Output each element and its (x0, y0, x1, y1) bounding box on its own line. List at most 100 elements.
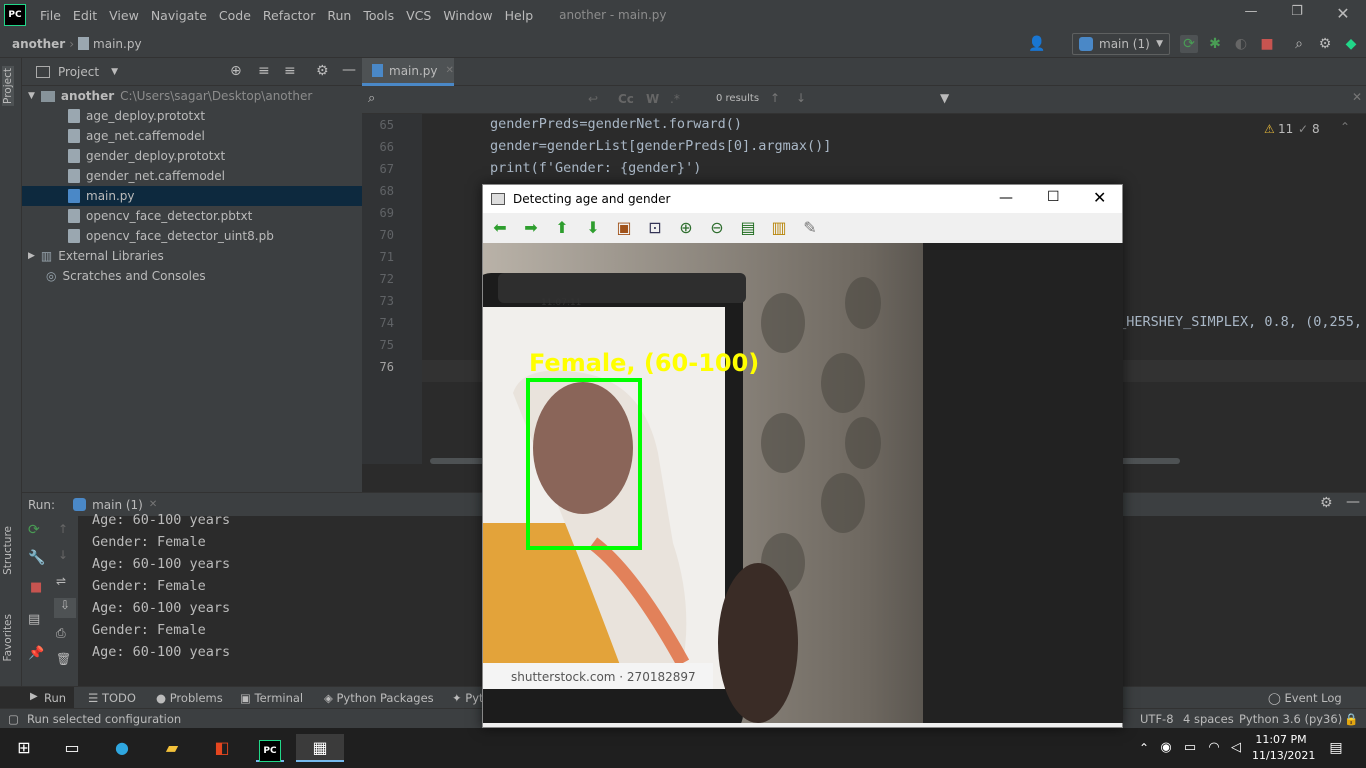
pin-icon[interactable]: 📌 (28, 646, 44, 661)
run-tab-label[interactable]: main (1) (92, 498, 143, 512)
weak-warning-icon[interactable]: ✓ (1298, 122, 1308, 136)
stop-icon[interactable]: ■ (1258, 35, 1276, 53)
arrow-up-icon[interactable]: ⬆ (551, 218, 573, 238)
taskbar-clock[interactable]: 11:07 PM 11/13/2021 (1252, 732, 1315, 764)
locate-icon[interactable]: ⊕ (230, 63, 242, 79)
tool-event-log[interactable]: ◯ Event Log (1268, 691, 1342, 705)
filter-icon[interactable]: ▼ (940, 91, 949, 105)
wrench-icon[interactable]: 🔧 (28, 550, 45, 566)
gear-icon[interactable]: ⚙ (1316, 35, 1334, 53)
breadcrumb-file[interactable]: main.py (93, 37, 142, 51)
chevron-up-icon[interactable]: ⌃ (1340, 120, 1350, 134)
camera-frame[interactable]: 11:07:11 shutterstock.com · 270182897 Fe… (483, 243, 1123, 723)
code-line[interactable]: gender=genderList[genderPreds[0].argmax(… (490, 138, 831, 154)
tree-item[interactable]: gender_deploy.prototxt (22, 146, 362, 166)
menu-refactor[interactable]: Refactor (257, 8, 321, 23)
hide-panel-icon[interactable]: — (342, 62, 356, 78)
brush-icon[interactable]: ✎ (799, 218, 821, 238)
menu-file[interactable]: File (34, 8, 67, 23)
arrow-down-icon[interactable]: ↓ (58, 548, 68, 562)
close-button[interactable]: ✕ (1320, 4, 1366, 26)
project-panel-title[interactable]: Project (58, 65, 99, 79)
windows-start-icon[interactable]: ⊞ (10, 734, 38, 762)
notification-icon[interactable]: ▤ (1322, 734, 1350, 762)
tree-item-scratches[interactable]: ◎ Scratches and Consoles (22, 266, 362, 286)
trash-icon[interactable]: 🗑 (56, 652, 71, 666)
menu-tools[interactable]: Tools (357, 8, 400, 23)
menu-vcs[interactable]: VCS (400, 8, 437, 23)
arrow-right-icon[interactable]: ➡ (520, 218, 542, 238)
menu-navigate[interactable]: Navigate (145, 8, 213, 23)
layout-icon[interactable]: ▤ (28, 612, 40, 627)
tree-item[interactable]: gender_net.caffemodel (22, 166, 362, 186)
maximize-button[interactable]: ❐ (1274, 4, 1320, 26)
rerun-icon[interactable]: ⟳ (1180, 35, 1198, 53)
project-side-tab[interactable]: Project (2, 66, 14, 106)
run-configuration-select[interactable]: main (1) ▼ (1072, 33, 1170, 55)
breadcrumb-project[interactable]: another (12, 37, 65, 51)
code-line[interactable]: genderPreds=genderNet.forward() (490, 116, 742, 132)
arrow-down-icon[interactable]: ↓ (796, 91, 806, 105)
user-icon[interactable]: 👤 (1028, 35, 1046, 53)
arrow-up-icon[interactable]: ↑ (770, 91, 780, 105)
status-indent[interactable]: 4 spaces (1183, 712, 1234, 726)
clipboard-icon[interactable]: ▥ (768, 218, 790, 238)
structure-side-tab[interactable]: Structure (2, 526, 14, 575)
menu-help[interactable]: Help (499, 8, 540, 23)
collapse-all-icon[interactable]: ≡ (284, 63, 296, 79)
gear-icon[interactable]: ⚙ (316, 63, 329, 79)
tool-run[interactable]: ▶ Run (0, 687, 74, 708)
gear-icon[interactable]: ⚙ (1320, 495, 1333, 511)
menu-run[interactable]: Run (321, 8, 357, 23)
code-line[interactable]: print(f'Gender: {gender}') (490, 160, 701, 176)
tree-item[interactable]: opencv_face_detector.pbtxt (22, 206, 362, 226)
close-icon[interactable]: ✕ (1093, 188, 1106, 207)
arrow-left-icon[interactable]: ⬅ (489, 218, 511, 238)
task-view-icon[interactable]: ▭ (58, 734, 86, 762)
opencv-window-taskbar-icon[interactable]: ▦ (296, 734, 344, 762)
close-icon[interactable]: ✕ (446, 65, 454, 76)
close-icon[interactable]: ✕ (149, 499, 157, 510)
whole-words-icon[interactable]: W (646, 92, 659, 106)
tool-terminal[interactable]: ▣ Terminal (240, 691, 303, 705)
zoom-in-icon[interactable]: ⊕ (675, 218, 697, 238)
debug-icon[interactable]: ✱ (1206, 35, 1224, 53)
maximize-icon[interactable]: ☐ (1047, 189, 1060, 205)
status-interpreter[interactable]: Python 3.6 (py36) (1239, 712, 1342, 726)
status-encoding[interactable]: UTF-8 (1140, 712, 1174, 726)
tool-python-console[interactable]: ✦ Pyt (452, 691, 484, 705)
edge-icon[interactable]: ● (108, 734, 136, 762)
match-case-icon[interactable]: Cc (618, 92, 634, 106)
rerun-icon[interactable]: ⟳ (28, 522, 40, 538)
hide-panel-icon[interactable]: — (1346, 494, 1360, 510)
code-line-tail[interactable]: T_HERSHEY_SIMPLEX, 0.8, (0,255, (1110, 314, 1362, 330)
tree-item[interactable]: opencv_face_detector_uint8.pb (22, 226, 362, 246)
status-toggle-icon[interactable]: ▢ (8, 712, 19, 726)
chevron-down-icon[interactable]: ▼ (111, 67, 118, 77)
tab-main-py[interactable]: main.py ✕ (362, 58, 454, 86)
lock-icon[interactable]: 🔒 (1344, 712, 1358, 726)
regex-icon[interactable]: .* (670, 92, 680, 106)
tree-item-external[interactable]: ▶ ▥ External Libraries (22, 246, 362, 266)
soft-wrap-icon[interactable]: ⇌ (56, 574, 66, 588)
minimize-button[interactable]: — (1228, 4, 1274, 26)
arrow-down-icon[interactable]: ⬇ (582, 218, 604, 238)
tree-item-selected[interactable]: main.py (22, 186, 362, 206)
close-icon[interactable]: ✕ (1352, 90, 1362, 104)
tree-root[interactable]: ▼ another C:\Users\sagar\Desktop\another (22, 86, 362, 106)
zoom-out-icon[interactable]: ⊖ (706, 218, 728, 238)
menu-window[interactable]: Window (437, 8, 498, 23)
search-icon[interactable]: ⌕ (368, 91, 375, 106)
volume-icon[interactable]: ◁ (1222, 734, 1250, 762)
tree-item[interactable]: age_deploy.prototxt (22, 106, 362, 126)
menu-edit[interactable]: Edit (67, 8, 103, 23)
tool-todo[interactable]: ☰ TODO (88, 691, 136, 705)
search-icon[interactable]: ⌕ (1290, 35, 1308, 53)
image-icon[interactable]: ▣ (613, 218, 635, 238)
jetbrains-icon[interactable]: ◆ (1342, 35, 1360, 53)
favorites-side-tab[interactable]: Favorites (2, 614, 14, 661)
arrow-up-icon[interactable]: ↑ (58, 522, 68, 536)
print-icon[interactable]: ⎙ (56, 626, 66, 641)
warning-icon[interactable]: ⚠ (1264, 122, 1275, 136)
file-explorer-icon[interactable]: ▰ (158, 734, 186, 762)
